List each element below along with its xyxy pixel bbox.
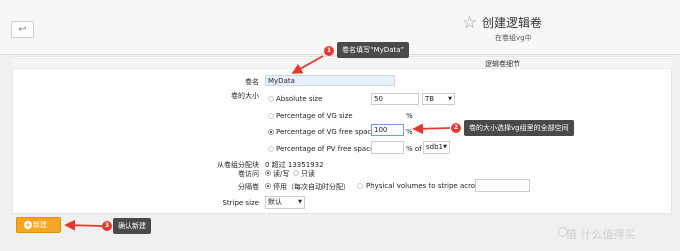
annotation-badge-3: 3	[102, 221, 112, 231]
annotation-badge-2: 2	[451, 123, 461, 133]
annotation-callout-2: 卷的大小选择vg组里的全部空间	[464, 120, 574, 136]
annotation-callout-3: 确认新建	[113, 218, 151, 234]
annotation-badge-1: 1	[324, 46, 334, 56]
arrow-1	[291, 55, 324, 74]
annotation-callout-1: 卷名填写“MyData”	[337, 42, 410, 58]
arrow-3	[64, 219, 103, 231]
annotation-arrows	[64, 55, 451, 231]
arrow-2	[412, 123, 451, 135]
watermark: 值 什么值得买	[566, 228, 636, 241]
